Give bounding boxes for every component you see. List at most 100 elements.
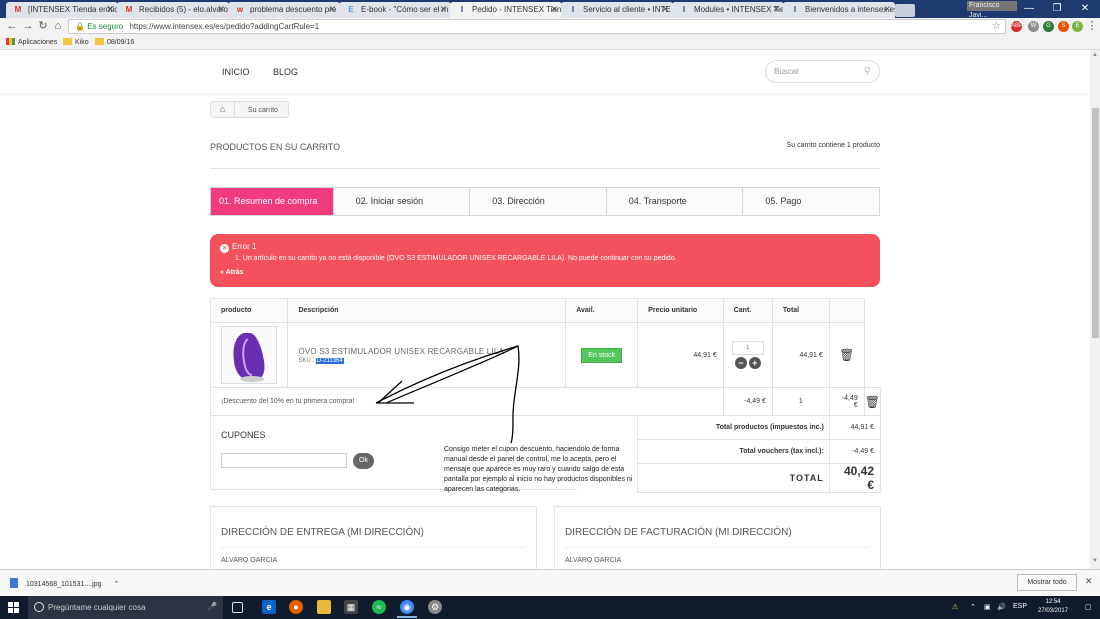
nav-blog[interactable]: BLOG (273, 67, 298, 77)
close-tab-icon[interactable]: ✕ (883, 4, 891, 15)
network-icon[interactable]: ▣ (984, 603, 991, 611)
extension-icon[interactable]: S (1058, 21, 1069, 32)
close-tab-icon[interactable]: ✕ (772, 4, 780, 15)
tab-label: E-book - "Cómo ser el m (361, 5, 449, 14)
table-header-row: producto Descripción Avail. Precio unita… (209, 298, 881, 323)
bookmark-kiko[interactable]: Kiko (63, 38, 89, 46)
table-row: OVO S3 ESTIMULADOR UNISEX RECARGABLE LIL… (209, 322, 881, 388)
unit-price: 44,91 € (637, 322, 724, 388)
close-tab-icon[interactable]: ✕ (439, 4, 447, 15)
close-window-button[interactable]: ✕ (1071, 0, 1099, 18)
billing-address-name: ALVARO GARCIA (565, 557, 622, 564)
chevron-up-icon[interactable]: ⌃ (113, 581, 119, 588)
bookmark-apps[interactable]: Aplicaciones (6, 38, 57, 46)
show-all-downloads-button[interactable]: Mostrar todo (1017, 574, 1077, 591)
extension-icon[interactable]: G (1043, 21, 1054, 32)
discount-quantity: 1 (771, 387, 830, 416)
windows-start-icon[interactable] (8, 602, 19, 613)
address-toolbar: ← → ↻ ⌂ 🔒 Es seguro https://www.intensex… (0, 18, 1100, 35)
close-icon[interactable]: ✕ (1085, 576, 1093, 587)
breadcrumb-current: Su carrito (248, 107, 278, 114)
browser-tab[interactable]: I Modules • INTENSEX Tie ✕ (672, 2, 784, 18)
microphone-icon[interactable]: 🎤 (207, 602, 217, 611)
search-icon[interactable]: ⚲ (864, 66, 871, 77)
close-tab-icon[interactable]: ✕ (106, 4, 114, 15)
product-name[interactable]: OVO S3 ESTIMULADOR UNISEX RECARGABLE LIL… (298, 347, 565, 356)
notifications-icon[interactable]: ▢ (1085, 603, 1092, 611)
minimize-button[interactable]: — (1015, 0, 1043, 18)
tab-label: Pedido - INTENSEX Tienda (472, 5, 562, 14)
home-icon[interactable]: ⌂ (211, 102, 235, 117)
trash-icon[interactable]: 🗑 (863, 387, 882, 416)
new-tab-button[interactable] (895, 4, 915, 17)
browser-tab[interactable]: I Servicio al cliente • INTE ✕ (561, 2, 673, 18)
firefox-icon[interactable]: ● (289, 600, 303, 614)
home-icon[interactable]: ⌂ (52, 20, 64, 32)
url-bar[interactable]: 🔒 Es seguro https://www.intensex.es/es/p… (68, 19, 1006, 34)
edge-icon[interactable]: e (262, 600, 276, 614)
spotify-icon[interactable]: ≈ (372, 600, 386, 614)
browser-tab[interactable]: I Bienvenidos a intensex.es ✕ (783, 2, 895, 18)
product-photo (233, 333, 265, 382)
step-address[interactable]: 03. Dirección (470, 188, 607, 215)
store-icon[interactable]: ▦ (344, 600, 358, 614)
maximize-button[interactable]: ❐ (1043, 0, 1071, 18)
plus-button[interactable]: + (748, 357, 761, 369)
discount-label: ¡Descuento del 10% en tu primera compra! (221, 398, 355, 405)
browser-tab[interactable]: I Pedido - INTENSEX Tienda ✕ (450, 2, 562, 18)
step-shipping[interactable]: 04. Transporte (606, 188, 744, 215)
profile-button[interactable]: Francisco Javi... (967, 1, 1017, 19)
close-tab-icon[interactable]: ✕ (550, 4, 558, 15)
clock[interactable]: 12:54 27/03/2017 (1028, 598, 1078, 616)
step-login[interactable]: 02. Iniciar sesión (333, 188, 471, 215)
back-icon[interactable]: ← (6, 20, 18, 32)
step-payment[interactable]: 05. Pago (743, 188, 879, 215)
volume-icon[interactable]: 🔊 (997, 603, 1006, 611)
product-image[interactable] (221, 326, 277, 384)
minus-button[interactable]: − (734, 357, 747, 369)
bookmark-folder-date[interactable]: 08/09/16 (95, 38, 134, 46)
cortana-search-input[interactable]: Pregúntame cualquier cosa 🎤 (28, 596, 223, 619)
warning-icon[interactable]: ⚠ (952, 603, 958, 611)
extension-icon[interactable]: E (1072, 21, 1083, 32)
adblock-icon[interactable]: ABP (1011, 21, 1023, 32)
file-explorer-icon[interactable] (317, 600, 331, 614)
menu-icon[interactable]: ⋮ (1086, 20, 1098, 32)
tab-label: [INTENSEX Tienda erótic (28, 5, 118, 14)
page-scrollbar[interactable]: ▲ ▼ (1090, 50, 1100, 569)
browser-tab[interactable]: w problema descuento pre ✕ (228, 2, 340, 18)
scroll-down-icon[interactable]: ▼ (1091, 558, 1099, 564)
close-tab-icon[interactable]: ✕ (328, 4, 336, 15)
forward-icon[interactable]: → (22, 20, 34, 32)
chevron-up-icon[interactable]: ⌃ (970, 603, 976, 611)
download-item[interactable]: 10314568_101531....jpg ⌃ (10, 578, 119, 588)
browser-tab[interactable]: M [INTENSEX Tienda erótic ✕ (6, 2, 118, 18)
language-indicator[interactable]: ESP (1013, 603, 1027, 610)
app-icon[interactable]: ⚙ (428, 600, 442, 614)
bookmark-star-icon[interactable]: ☆ (992, 20, 1001, 33)
quantity-input[interactable]: 1 (731, 341, 764, 355)
trash-icon[interactable]: 🗑 (828, 322, 865, 388)
tab-label: Recibidos (5) - elo.alvaro (139, 5, 228, 14)
back-link[interactable]: « Atrás (220, 269, 870, 276)
chrome-icon[interactable]: ◉ (397, 600, 417, 618)
coupon-input[interactable] (221, 453, 347, 468)
close-tab-icon[interactable]: ✕ (661, 4, 669, 15)
scroll-up-icon[interactable]: ▲ (1091, 52, 1099, 58)
close-tab-icon[interactable]: ✕ (217, 4, 225, 15)
step-summary[interactable]: 01. Resumen de compra (211, 188, 334, 215)
reload-icon[interactable]: ↻ (37, 20, 49, 32)
extension-icon[interactable]: W (1028, 21, 1039, 32)
browser-tab[interactable]: E E-book - "Cómo ser el m ✕ (339, 2, 451, 18)
task-view-icon[interactable] (232, 602, 243, 613)
nav-inicio[interactable]: INICIO (222, 67, 250, 77)
web-page: INICIO BLOG Buscar ⚲ ⌂ Su carrito PRODUCT… (0, 50, 1090, 569)
discount-total: -4,49 € (828, 387, 865, 416)
search-input[interactable]: Buscar ⚲ (765, 60, 880, 83)
browser-tab[interactable]: M Recibidos (5) - elo.alvaro ✕ (117, 2, 229, 18)
stock-badge: En stock (581, 347, 623, 363)
scrollbar-thumb[interactable] (1092, 108, 1099, 338)
col-precio: Precio unitario (637, 298, 724, 323)
delivery-address-name: ALVARO GARCIA (221, 557, 278, 564)
coupon-ok-button[interactable]: Ok (353, 453, 374, 469)
